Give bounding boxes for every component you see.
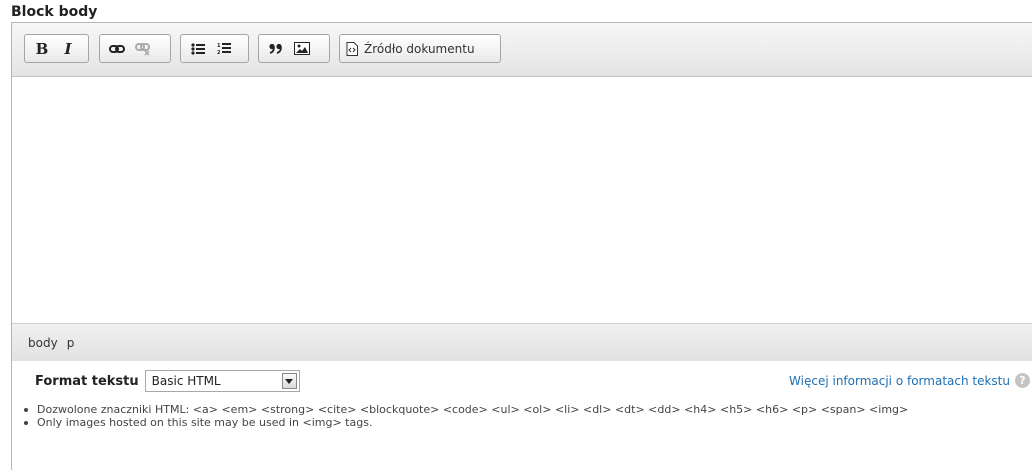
toolbar-group-source: Źródło dokumentu: [339, 34, 501, 63]
italic-button[interactable]: I: [55, 38, 81, 60]
toolbar-group-blocks: [258, 34, 330, 63]
unlink-icon: [135, 42, 150, 56]
element-path-bar: body p: [12, 323, 1032, 361]
format-select-value: Basic HTML: [151, 374, 221, 388]
image-button[interactable]: [289, 38, 315, 60]
rich-text-editor: B I 1 2 Źródło dokumentu body p Format t…: [11, 22, 1032, 471]
italic-icon: I: [64, 39, 72, 58]
field-label: Block body: [11, 4, 98, 20]
format-more-info: Więcej informacji o formatach tekstu ?: [789, 373, 1030, 388]
format-tips-list: Dozwolone znaczniki HTML: <a> <em> <stro…: [23, 403, 1027, 429]
format-label: Format tekstu: [35, 373, 139, 389]
toolbar-group-links: [99, 34, 171, 63]
bulleted-list-button[interactable]: [185, 38, 211, 60]
toolbar-group-lists: 1 2: [180, 34, 249, 63]
editor-toolbar: B I 1 2 Źródło dokumentu: [12, 23, 1032, 77]
path-item-p[interactable]: p: [67, 336, 75, 350]
chevron-down-icon: [281, 373, 297, 389]
format-selector-row: Format tekstu Basic HTML: [35, 370, 300, 392]
bold-button[interactable]: B: [29, 38, 55, 60]
blockquote-button[interactable]: [263, 38, 289, 60]
bulleted-list-icon: [191, 42, 205, 55]
numbered-list-button[interactable]: 1 2: [211, 38, 237, 60]
image-icon: [294, 42, 310, 55]
blockquote-icon: [269, 43, 282, 54]
source-icon: [346, 41, 358, 56]
svg-text:1: 1: [217, 43, 221, 49]
editor-content-area[interactable]: [12, 77, 1032, 323]
list-item: Only images hosted on this site may be u…: [24, 416, 1027, 429]
path-item-body[interactable]: body: [28, 336, 58, 350]
bold-icon: B: [35, 39, 49, 58]
numbered-list-icon: 1 2: [217, 43, 231, 55]
help-icon[interactable]: ?: [1015, 373, 1030, 388]
svg-text:2: 2: [217, 50, 221, 55]
more-info-link[interactable]: Więcej informacji o formatach tekstu: [789, 374, 1010, 388]
unlink-button[interactable]: [130, 38, 156, 60]
text-format-section: Format tekstu Basic HTML Więcej informac…: [12, 361, 1032, 471]
link-icon: [109, 44, 125, 53]
toolbar-group-basic-styles: B I: [24, 34, 89, 63]
format-select[interactable]: Basic HTML: [144, 370, 300, 392]
link-button[interactable]: [104, 38, 130, 60]
source-button-label: Źródło dokumentu: [364, 41, 475, 56]
source-button[interactable]: Źródło dokumentu: [344, 38, 477, 60]
list-item: Dozwolone znaczniki HTML: <a> <em> <stro…: [24, 403, 1027, 416]
